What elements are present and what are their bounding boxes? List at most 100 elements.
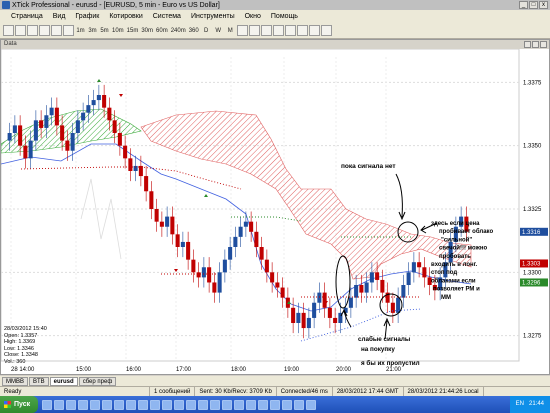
quicklaunch-icon[interactable] [150, 399, 161, 410]
quicklaunch-icon[interactable] [294, 399, 305, 410]
status-gmt: 28/03/2012 17:44 GMT [333, 386, 404, 397]
info-date: 28/03/2012 15:40 [4, 326, 47, 332]
timeframe-15m[interactable]: 15m [126, 25, 140, 37]
quicklaunch-icon[interactable] [210, 399, 221, 410]
line-chart-icon[interactable] [51, 25, 62, 36]
menu-chart[interactable]: График [70, 13, 104, 20]
new-chart-icon[interactable] [3, 25, 14, 36]
menu-page[interactable]: Страница [6, 13, 48, 20]
text-icon[interactable] [272, 25, 284, 36]
candle-body [49, 107, 54, 116]
chart-close-button[interactable] [540, 41, 547, 48]
timeframe-30m[interactable]: 30m [140, 25, 154, 37]
price-badge-label: 1.3316 [522, 230, 541, 236]
quicklaunch-icon[interactable] [258, 399, 269, 410]
tray-clock[interactable]: 21:44 [529, 396, 544, 413]
quicklaunch-icon[interactable] [102, 399, 113, 410]
quicklaunch-icon[interactable] [198, 399, 209, 410]
candle-body [296, 312, 301, 323]
timeframe-m[interactable]: M [225, 25, 236, 37]
trendline-icon[interactable] [248, 25, 260, 36]
quicklaunch-icon[interactable] [246, 399, 257, 410]
candle-body [128, 158, 133, 171]
candle-body [228, 247, 233, 260]
candle-body [264, 259, 269, 273]
crosshair-icon[interactable] [236, 25, 248, 36]
quicklaunch-icon[interactable] [126, 399, 137, 410]
menu-system[interactable]: Система [148, 13, 186, 20]
quicklaunch-icon[interactable] [162, 399, 173, 410]
quicklaunch-icon[interactable] [138, 399, 149, 410]
timeframe-10m[interactable]: 10m [111, 25, 125, 37]
menu-quotes[interactable]: Котировки [104, 13, 147, 20]
quicklaunch-icon[interactable] [306, 399, 317, 410]
arrow-icon[interactable] [284, 25, 296, 36]
menu-tools[interactable]: Инструменты [186, 13, 240, 20]
menu-window[interactable]: Окно [240, 13, 266, 20]
tab-eurusd[interactable]: eurusd [49, 376, 78, 386]
app-title: XTick Professional - eurusd - [EURUSD, 5… [12, 1, 220, 9]
timeframe-d[interactable]: D [201, 25, 212, 37]
quick-launch [38, 399, 317, 410]
maximize-button[interactable]: □ [529, 1, 538, 9]
quicklaunch-icon[interactable] [90, 399, 101, 410]
candle-body [348, 297, 353, 308]
timeframe-240m[interactable]: 240m [170, 25, 187, 37]
start-button[interactable]: Пуск [0, 396, 39, 413]
tab-btb[interactable]: BTB [29, 376, 49, 386]
zoom-icon[interactable] [63, 25, 74, 36]
candle-body [65, 140, 70, 151]
close-button[interactable]: x [539, 1, 548, 9]
quicklaunch-icon[interactable] [282, 399, 293, 410]
timeframe-w[interactable]: W [213, 25, 224, 37]
quicklaunch-icon[interactable] [270, 399, 281, 410]
quicklaunch-icon[interactable] [186, 399, 197, 410]
quicklaunch-icon[interactable] [234, 399, 245, 410]
indicator-icon[interactable] [308, 25, 320, 36]
time-tick-label: 19:00 [284, 367, 300, 373]
candle-body [254, 231, 259, 247]
timeframe-3m[interactable]: 3m [87, 25, 98, 37]
candle-body [238, 226, 243, 237]
bar-chart-icon[interactable] [27, 25, 38, 36]
status-messages: 1 сообщений [150, 386, 196, 397]
timeframe-5m[interactable]: 5m [99, 25, 110, 37]
timeframe-1m[interactable]: 1m [75, 25, 86, 37]
quicklaunch-icon[interactable] [54, 399, 65, 410]
quicklaunch-icon[interactable] [222, 399, 233, 410]
candle-body [259, 247, 264, 260]
info-vol: Vol.: 360 [4, 358, 26, 365]
candle-body [44, 115, 49, 128]
chart-window-controls [524, 41, 547, 48]
quicklaunch-icon[interactable] [42, 399, 53, 410]
language-indicator[interactable]: EN [516, 396, 524, 413]
minimize-button[interactable]: _ [519, 1, 528, 9]
tab-sber[interactable]: сбер преф [78, 376, 117, 386]
menu-view[interactable]: Вид [48, 13, 71, 20]
hline-icon[interactable] [260, 25, 272, 36]
menu-help[interactable]: Помощь [266, 13, 303, 20]
settings-icon[interactable] [320, 25, 332, 36]
price-chart[interactable]: 1.3375 1.3350 1.3325 1.3300 1.3275 28 14:00 15… [1, 49, 549, 375]
timeframe-360[interactable]: 360 [188, 25, 200, 37]
candle-body [123, 145, 128, 159]
time-tick-label: 20:00 [336, 367, 352, 373]
timeframe-60m[interactable]: 60m [155, 25, 169, 37]
quicklaunch-icon[interactable] [66, 399, 77, 410]
app-titlebar: XTick Professional - eurusd - [EURUSD, 5… [0, 0, 550, 10]
candle-body [91, 100, 96, 106]
tab-mmbb[interactable]: MMBB [2, 376, 28, 386]
open-icon[interactable] [15, 25, 26, 36]
candle-body [401, 285, 406, 298]
candle-body [86, 105, 91, 113]
fib-icon[interactable] [296, 25, 308, 36]
chart-maximize-button[interactable] [532, 41, 539, 48]
candle-chart-icon[interactable] [39, 25, 50, 36]
quicklaunch-icon[interactable] [78, 399, 89, 410]
chart-minimize-button[interactable] [524, 41, 531, 48]
candle-body [102, 95, 107, 108]
candle-body [117, 133, 122, 146]
status-latency: Connected/46 ms [277, 386, 333, 397]
quicklaunch-icon[interactable] [114, 399, 125, 410]
quicklaunch-icon[interactable] [174, 399, 185, 410]
